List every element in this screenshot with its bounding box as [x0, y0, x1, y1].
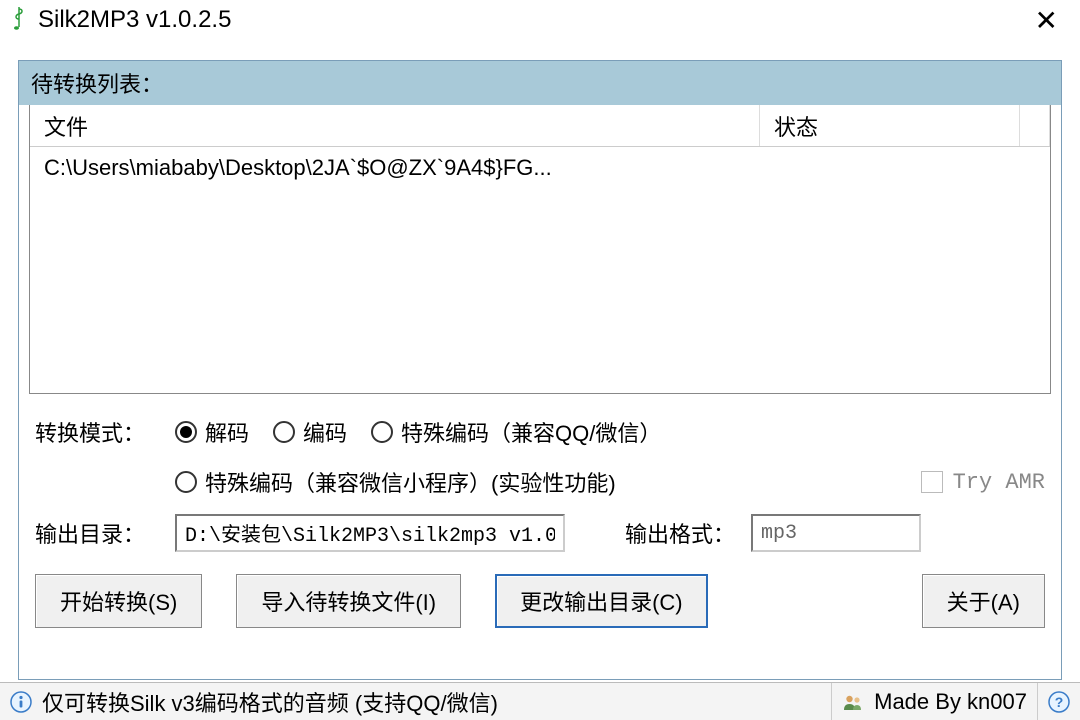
- file-listview[interactable]: 文件 状态 C:\Users\miababy\Desktop\2JA`$O@ZX…: [29, 104, 1051, 394]
- mode-row-1: 转换模式： 解码 编码 特殊编码（兼容QQ/微信）: [35, 414, 1045, 450]
- radio-decode[interactable]: 解码: [175, 416, 249, 448]
- button-row: 开始转换(S) 导入待转换文件(I) 更改输出目录(C) 关于(A): [35, 574, 1045, 628]
- titlebar: Silk2MP3 v1.0.2.5 ✕: [0, 0, 1080, 40]
- start-button[interactable]: 开始转换(S): [35, 574, 202, 628]
- radio-circle-icon: [371, 421, 393, 443]
- column-file[interactable]: 文件: [30, 105, 760, 146]
- checkbox-box-icon: [921, 471, 943, 493]
- radio-decode-label: 解码: [205, 416, 249, 448]
- radio-encode-label: 编码: [303, 416, 347, 448]
- cell-file: C:\Users\miababy\Desktop\2JA`$O@ZX`9A4$}…: [30, 147, 760, 189]
- status-message: 仅可转换Silk v3编码格式的音频 (支持QQ/微信): [42, 686, 498, 718]
- mode-radio-group: 解码 编码 特殊编码（兼容QQ/微信）: [175, 416, 685, 448]
- about-button[interactable]: 关于(A): [922, 574, 1045, 628]
- output-format-label: 输出格式：: [625, 517, 735, 549]
- radio-special-qqwx[interactable]: 特殊编码（兼容QQ/微信）: [371, 416, 661, 448]
- status-help-cell[interactable]: ?: [1038, 683, 1080, 720]
- status-message-cell: 仅可转换Silk v3编码格式的音频 (支持QQ/微信): [0, 683, 832, 720]
- mode-row-2: 特殊编码（兼容微信小程序）(实验性功能) Try AMR: [35, 464, 1045, 500]
- statusbar: 仅可转换Silk v3编码格式的音频 (支持QQ/微信) Made By kn0…: [0, 682, 1080, 720]
- radio-special-qqwx-label: 特殊编码（兼容QQ/微信）: [401, 416, 661, 448]
- column-status[interactable]: 状态: [760, 105, 1020, 146]
- radio-circle-icon: [175, 421, 197, 443]
- checkbox-try-amr-label: Try AMR: [953, 470, 1045, 495]
- people-icon: [842, 691, 864, 713]
- output-row: 输出目录： 输出格式：: [35, 514, 1045, 552]
- status-author-cell: Made By kn007: [832, 683, 1038, 720]
- app-icon: [10, 5, 28, 35]
- radio-special-miniapp[interactable]: 特殊编码（兼容微信小程序）(实验性功能): [175, 466, 616, 498]
- svg-text:?: ?: [1055, 694, 1064, 710]
- column-spacer: [1020, 105, 1050, 146]
- help-icon: ?: [1048, 691, 1070, 713]
- info-icon: [10, 691, 32, 713]
- radio-circle-icon: [175, 471, 197, 493]
- radio-encode[interactable]: 编码: [273, 416, 347, 448]
- mode-label: 转换模式：: [35, 416, 165, 448]
- conversion-groupbox: 待转换列表： 文件 状态 C:\Users\miababy\Desktop\2J…: [18, 60, 1062, 680]
- output-format-input[interactable]: [751, 514, 921, 552]
- change-dir-button[interactable]: 更改输出目录(C): [495, 574, 708, 628]
- list-item[interactable]: C:\Users\miababy\Desktop\2JA`$O@ZX`9A4$}…: [30, 147, 1050, 189]
- cell-status: [760, 147, 1050, 189]
- controls-panel: 转换模式： 解码 编码 特殊编码（兼容QQ/微信）: [29, 414, 1051, 628]
- group-legend: 待转换列表：: [18, 60, 1062, 105]
- radio-circle-icon: [273, 421, 295, 443]
- listview-header: 文件 状态: [30, 105, 1050, 147]
- output-dir-label: 输出目录：: [35, 517, 165, 549]
- radio-special-miniapp-label: 特殊编码（兼容微信小程序）(实验性功能): [205, 466, 616, 498]
- close-icon[interactable]: ✕: [1023, 4, 1070, 37]
- window-title: Silk2MP3 v1.0.2.5: [38, 6, 1023, 34]
- status-author: Made By kn007: [874, 689, 1027, 715]
- output-dir-input[interactable]: [175, 514, 565, 552]
- import-button[interactable]: 导入待转换文件(I): [236, 574, 461, 628]
- checkbox-try-amr[interactable]: Try AMR: [921, 470, 1045, 495]
